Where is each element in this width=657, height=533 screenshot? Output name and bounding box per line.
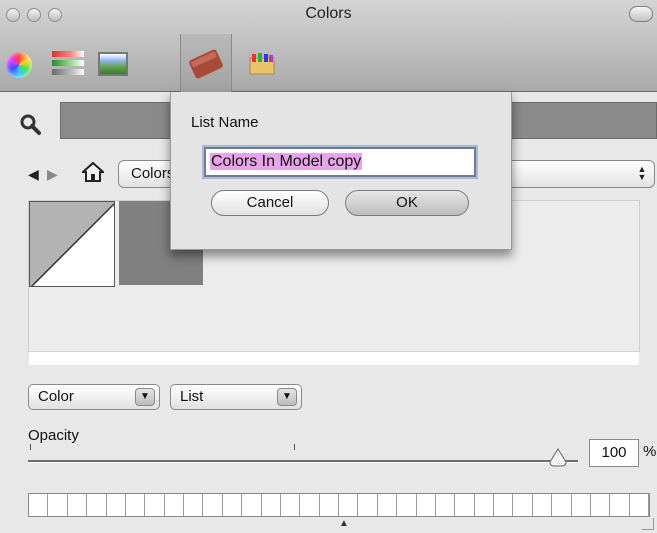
slider-tick <box>294 444 295 450</box>
color-sliders-icon[interactable] <box>52 50 84 78</box>
colors-window: Colors ◀ ▶ Colors ▲ ▼ Color ▼ List ▼ Opa… <box>0 0 657 533</box>
list-name-input-value: Colors In Model copy <box>210 153 363 170</box>
color-wheel-icon[interactable] <box>6 52 32 78</box>
home-icon[interactable] <box>80 161 106 187</box>
opacity-slider[interactable] <box>28 460 578 463</box>
color-popup[interactable]: Color ▼ <box>28 384 160 410</box>
strip-handle-icon[interactable]: ▲ <box>339 518 349 529</box>
list-name-input[interactable]: Colors In Model copy <box>204 147 476 177</box>
cancel-button[interactable]: Cancel <box>211 190 329 216</box>
toolbar-toggle-button[interactable] <box>629 6 653 22</box>
chevron-down-icon: ▼ <box>135 388 155 406</box>
list-popup[interactable]: List ▼ <box>170 384 302 410</box>
favorites-strip[interactable] <box>28 493 650 517</box>
resize-grip[interactable] <box>642 518 654 530</box>
window-title: Colors <box>305 5 352 22</box>
list-name-sheet: List Name Colors In Model copy Cancel OK <box>170 92 512 250</box>
list-popup-label: List <box>180 388 204 405</box>
back-arrow-icon[interactable]: ◀ <box>28 166 39 183</box>
list-name-label: List Name <box>191 114 259 131</box>
title-toolbar: Colors <box>0 0 657 92</box>
chevron-down-icon: ▼ <box>277 388 297 406</box>
swatch-area-footer <box>29 351 639 365</box>
color-popup-label: Color <box>38 388 74 405</box>
swatch-none[interactable] <box>29 201 115 287</box>
slider-tick <box>30 444 31 450</box>
ok-button[interactable]: OK <box>345 190 469 216</box>
percent-label: % <box>643 443 657 460</box>
opacity-label: Opacity <box>28 427 79 444</box>
chevron-up-down-icon: ▲ ▼ <box>637 164 647 182</box>
forward-arrow-icon[interactable]: ▶ <box>47 166 58 183</box>
pencils-icon[interactable] <box>248 50 276 78</box>
crayons-icon[interactable] <box>188 44 224 80</box>
search-icon <box>20 114 42 141</box>
opacity-value-field[interactable]: 100 <box>589 439 639 467</box>
image-palettes-icon[interactable] <box>98 52 128 76</box>
